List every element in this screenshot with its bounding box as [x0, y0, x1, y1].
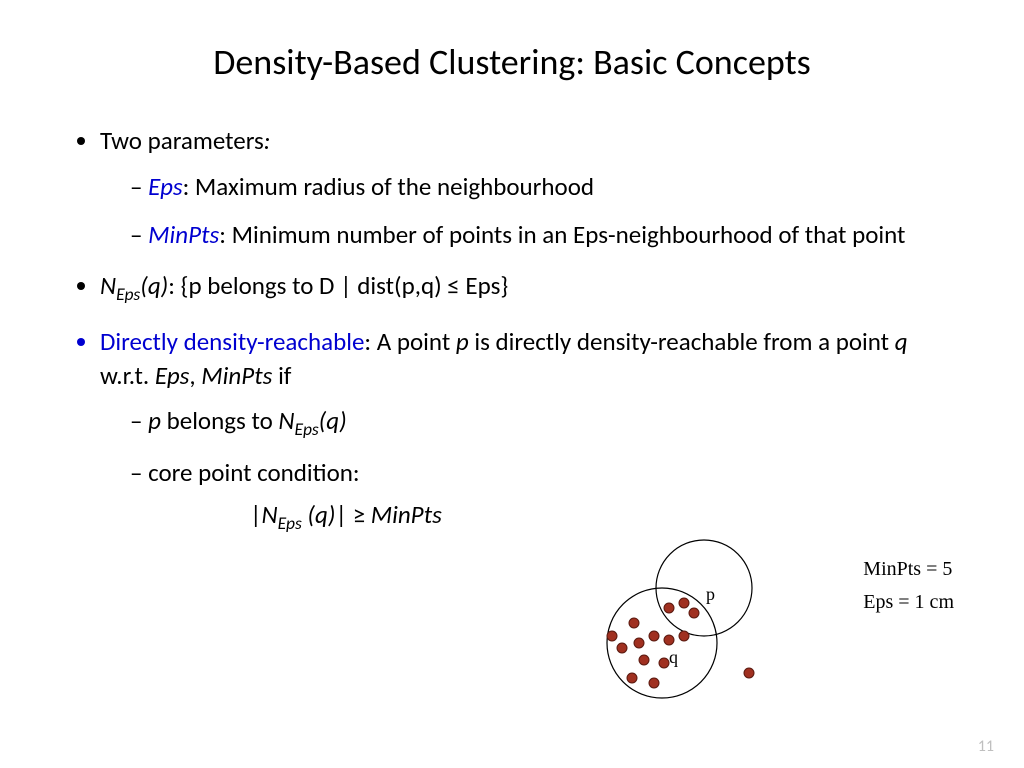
data-point — [664, 603, 674, 613]
neps-n: N — [100, 270, 116, 301]
data-point — [627, 673, 637, 683]
two-params-text: Two parameters — [100, 125, 264, 156]
sub-p: p — [148, 405, 161, 436]
f-q: (q) — [302, 499, 336, 530]
data-point — [679, 631, 689, 641]
ddr-minpts: MinPts — [201, 360, 272, 391]
slide: Density-Based Clustering: Basic Concepts… — [0, 0, 1024, 768]
bullet-minpts: MinPts: Minimum number of points in an E… — [130, 218, 954, 252]
circle-p — [656, 540, 752, 636]
core-cond-text: core point condition: — [148, 457, 360, 488]
data-point — [649, 631, 659, 641]
sub-belongs: belongs to — [161, 405, 278, 436]
content-body: Two parameters: Eps: Maximum radius of t… — [70, 124, 954, 535]
bullet-p-belongs: p belongs to NEps(q) — [130, 404, 954, 442]
minpts-value: MinPts = 5 — [863, 558, 954, 581]
eps-term: Eps — [148, 171, 182, 202]
data-point — [664, 635, 674, 645]
ddr-if: if — [272, 360, 291, 391]
minpts-term: MinPts — [148, 219, 219, 250]
eps-def: : Maximum radius of the neighbourhood — [183, 171, 594, 202]
data-point — [689, 608, 699, 618]
ddr-q: q — [895, 326, 908, 357]
f-eps: Eps — [278, 512, 302, 534]
f-bar1: | — [250, 499, 262, 530]
data-point — [679, 598, 689, 608]
data-point — [744, 668, 754, 678]
sub-eps: Eps — [295, 418, 319, 440]
data-point — [659, 658, 669, 668]
neps-arg: (q) — [140, 270, 168, 301]
f-bar2: | ≥ — [335, 499, 370, 530]
slide-title: Density-Based Clustering: Basic Concepts — [70, 40, 954, 84]
sub-q: (q) — [319, 405, 347, 436]
minpts-def: : Minimum number of points in an Eps-nei… — [219, 219, 905, 250]
data-point — [649, 678, 659, 688]
data-point — [607, 631, 617, 641]
bullet-ddr: Directly density-reachable: A point p is… — [100, 325, 954, 536]
data-point — [639, 655, 649, 665]
sub-n: N — [278, 405, 294, 436]
bullet-two-params: Two parameters: Eps: Maximum radius of t… — [100, 124, 954, 251]
ddr-comma: , — [189, 360, 201, 391]
ddr-def1: : A point — [364, 326, 455, 357]
diagram-area: p q MinPts = 5 Eps = 1 cm — [554, 528, 954, 708]
eps-value: Eps = 1 cm — [863, 591, 954, 614]
ddr-def2: is directly density-reachable from a poi… — [469, 326, 895, 357]
page-number: 11 — [978, 737, 994, 756]
neps-def: : {p belongs to D | dist(p,q) ≤ Eps} — [168, 270, 508, 301]
diagram-side-labels: MinPts = 5 Eps = 1 cm — [863, 558, 954, 624]
label-p: p — [706, 584, 715, 604]
label-q: q — [669, 647, 678, 667]
bullet-eps: Eps: Maximum radius of the neighbourhood — [130, 170, 954, 204]
data-point — [629, 618, 639, 628]
data-point — [634, 638, 644, 648]
ddr-def3: w.r.t. — [100, 360, 155, 391]
neps-sub: Eps — [116, 283, 140, 305]
cluster-diagram: p q — [554, 528, 804, 708]
bullet-core-cond: core point condition: |NEps (q)| ≥ MinPt… — [130, 456, 954, 535]
ddr-p: p — [456, 326, 469, 357]
ddr-term: Directly density-reachable — [100, 326, 364, 357]
ddr-eps: Eps — [155, 360, 189, 391]
f-n: N — [262, 499, 278, 530]
f-minpts: MinPts — [371, 499, 442, 530]
data-point — [617, 643, 627, 653]
bullet-neps: NEps(q): {p belongs to D | dist(p,q) ≤ E… — [100, 269, 954, 307]
